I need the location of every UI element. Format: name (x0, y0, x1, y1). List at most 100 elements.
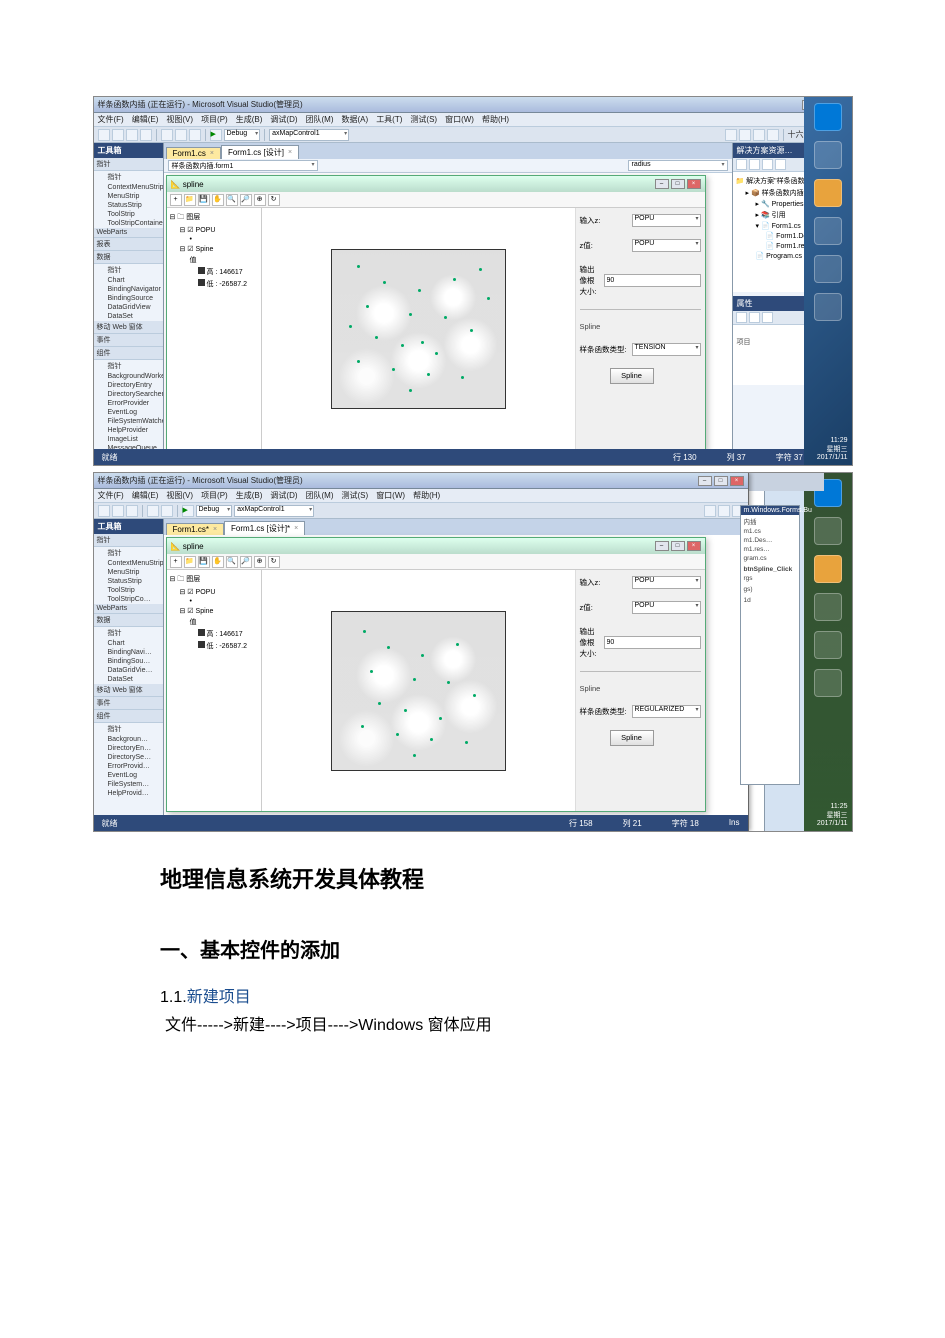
toolbar-button[interactable] (98, 505, 110, 517)
toolbox-item[interactable]: 指针 (94, 171, 163, 183)
toc-layer-spine[interactable]: ⊟ ☑ Spine (170, 244, 258, 254)
save-button[interactable]: 💾 (198, 194, 210, 206)
toolbar-button[interactable] (126, 505, 138, 517)
toolbox-group[interactable]: 指针 (94, 534, 163, 547)
toc-layer-spine[interactable]: ⊟ ☑ Spine (170, 606, 258, 616)
zoom-out-button[interactable]: 🔎 (240, 556, 252, 568)
toolbox-item[interactable]: ToolStrip (94, 586, 163, 595)
toolbox-item[interactable]: DataSet (94, 312, 163, 321)
toolbox-item[interactable]: BindingNavi… (94, 648, 163, 657)
toolbox-group[interactable]: 组件 (94, 347, 163, 360)
save-button[interactable]: 💾 (198, 556, 210, 568)
menu-view[interactable]: 视图(V) (166, 114, 193, 125)
toolbar-button[interactable] (98, 129, 110, 141)
z-field-select[interactable]: POPU (632, 601, 701, 614)
toolbox-item[interactable]: DirectorySearcher (94, 390, 163, 399)
toolbox-item[interactable]: BindingNavigator (94, 285, 163, 294)
spline-type-select[interactable]: TENSION (632, 343, 701, 356)
menu-tools[interactable]: 工具(T) (376, 114, 402, 125)
toolbox-item[interactable]: ToolStripCo… (94, 595, 163, 604)
toolbox-item[interactable]: Chart (94, 276, 163, 285)
desktop-icon[interactable] (814, 103, 842, 131)
spline-type-select[interactable]: REGULARIZED (632, 705, 701, 718)
toolbox-item[interactable]: 指针 (94, 360, 163, 372)
toolbox-item[interactable]: StatusStrip (94, 201, 163, 210)
close-icon[interactable]: × (294, 525, 298, 532)
desktop-icon[interactable] (814, 631, 842, 659)
toolbar-button[interactable] (175, 129, 187, 141)
toolbox-item[interactable]: ImageList (94, 435, 163, 444)
class-selector[interactable]: 样条函数内插.form1 (168, 160, 318, 171)
toolbar-button[interactable] (704, 505, 716, 517)
toolbar-button[interactable] (718, 505, 730, 517)
zoom-out-button[interactable]: 🔎 (240, 194, 252, 206)
toolbox-group[interactable]: WebParts (94, 228, 163, 238)
tab-form1-design[interactable]: Form1.cs [设计]× (221, 145, 299, 159)
solution-button[interactable] (749, 159, 760, 170)
zoom-in-button[interactable]: 🔍 (226, 194, 238, 206)
toolbar-button[interactable] (161, 129, 173, 141)
toolbox-item[interactable]: ErrorProvid… (94, 762, 163, 771)
spline-run-button[interactable]: Spline (610, 368, 654, 384)
toolbox-item[interactable]: BindingSou… (94, 657, 163, 666)
toolbar-button[interactable] (739, 129, 751, 141)
toolbox-item[interactable]: EventLog (94, 408, 163, 417)
menu-help[interactable]: 帮助(H) (482, 114, 509, 125)
desktop-icon[interactable] (814, 217, 842, 245)
menu-team[interactable]: 团队(M) (306, 490, 334, 501)
toolbox-group[interactable]: 报表 (94, 238, 163, 251)
close-button[interactable]: × (687, 541, 701, 551)
toolbar-button[interactable] (140, 129, 152, 141)
menu-debug[interactable]: 调试(D) (270, 114, 297, 125)
full-extent-button[interactable]: ⊕ (254, 556, 266, 568)
refresh-button[interactable]: ↻ (268, 556, 280, 568)
toolbox-group[interactable]: 事件 (94, 697, 163, 710)
toolbox-group[interactable]: 事件 (94, 334, 163, 347)
solution-button[interactable] (775, 159, 786, 170)
toolbox-item[interactable]: StatusStrip (94, 577, 163, 586)
toolbox-item[interactable]: DataGridView (94, 303, 163, 312)
config-selector[interactable]: Debug (224, 129, 261, 141)
open-button[interactable]: 📁 (184, 556, 196, 568)
close-button[interactable]: × (730, 476, 744, 486)
toolbox-item[interactable]: EventLog (94, 771, 163, 780)
pan-button[interactable]: ✋ (212, 194, 224, 206)
desktop-icon[interactable] (814, 293, 842, 321)
toolbox-item[interactable]: BackgroundWorker (94, 372, 163, 381)
menu-edit[interactable]: 编辑(E) (132, 490, 159, 501)
solution-button[interactable] (736, 159, 747, 170)
menu-edit[interactable]: 编辑(E) (132, 114, 159, 125)
properties-button[interactable] (736, 312, 747, 323)
minimize-button[interactable]: – (655, 541, 669, 551)
member-selector[interactable]: radius (628, 160, 728, 171)
minimize-button[interactable]: – (698, 476, 712, 486)
open-button[interactable]: 📁 (184, 194, 196, 206)
properties-button[interactable] (749, 312, 760, 323)
run-button[interactable]: ▶ (182, 505, 194, 517)
desktop-icon[interactable] (814, 179, 842, 207)
menu-file[interactable]: 文件(F) (98, 114, 124, 125)
toolbox-group[interactable]: 指针 (94, 158, 163, 171)
properties-button[interactable] (762, 312, 773, 323)
run-button[interactable]: ▶ (210, 129, 222, 141)
cellsize-input[interactable] (604, 636, 701, 649)
toolbox-item[interactable]: Backgroun… (94, 735, 163, 744)
menu-project[interactable]: 项目(P) (201, 114, 228, 125)
solution-button[interactable] (762, 159, 773, 170)
toolbar-button[interactable] (112, 505, 124, 517)
toolbox-item[interactable]: MenuStrip (94, 192, 163, 201)
menu-team[interactable]: 团队(M) (306, 114, 334, 125)
toolbox-item[interactable]: 指针 (94, 627, 163, 639)
close-icon[interactable]: × (213, 526, 217, 533)
toolbox-item[interactable]: 指针 (94, 547, 163, 559)
close-icon[interactable]: × (210, 150, 214, 157)
map-view[interactable] (262, 208, 575, 449)
toolbox-group[interactable]: 移动 Web 窗体 (94, 321, 163, 334)
zoom-in-button[interactable]: 🔍 (226, 556, 238, 568)
toolbox-item[interactable]: MenuStrip (94, 568, 163, 577)
desktop-icon[interactable] (814, 141, 842, 169)
menu-test[interactable]: 测试(S) (410, 114, 437, 125)
toolbar-button[interactable] (161, 505, 173, 517)
toolbox-item[interactable]: ContextMenuStrip (94, 559, 163, 568)
close-button[interactable]: × (687, 179, 701, 189)
